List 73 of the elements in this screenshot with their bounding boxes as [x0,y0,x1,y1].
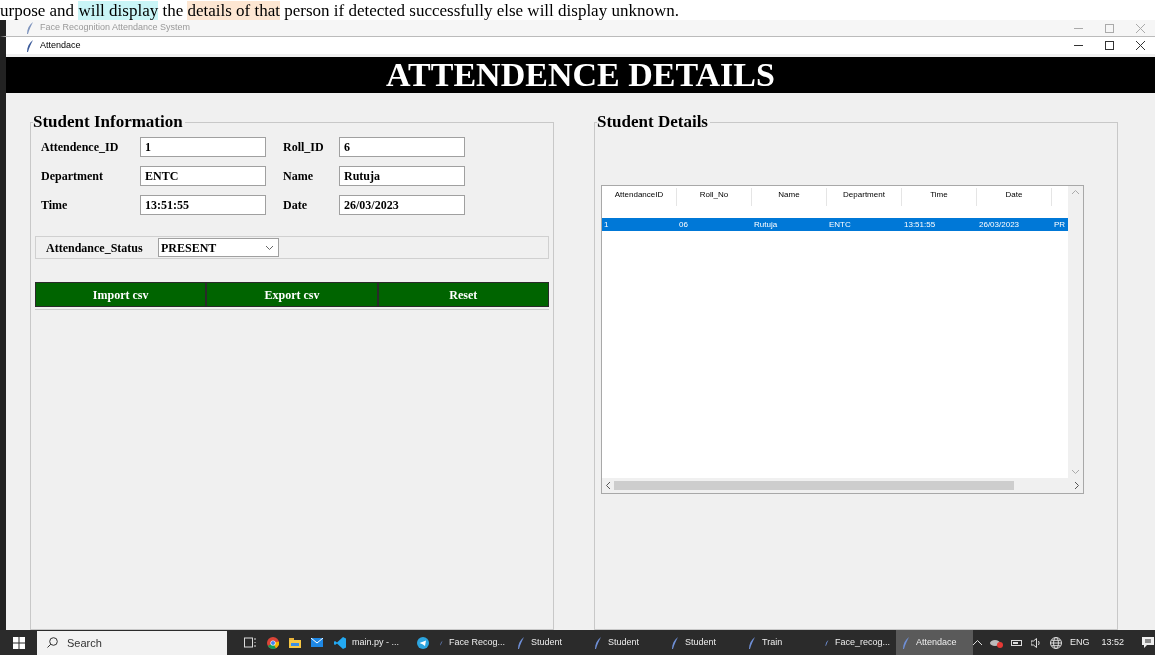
input-field[interactable]: 6 [339,137,465,157]
action-button[interactable]: Export csv [206,282,378,307]
chrome-icon[interactable] [267,636,279,649]
globe-icon[interactable] [1050,636,1062,649]
mail-icon[interactable] [311,638,323,647]
field-label: Department [41,168,104,185]
windows-start-icon[interactable] [13,636,25,649]
taskbar-button[interactable]: Face Recog... [434,630,511,655]
feather-icon [26,39,34,52]
table-cell-text: ENTC [828,218,852,231]
window-title: Face Recognition Attendance System [40,21,191,35]
input-field[interactable]: 13:51:55 [140,195,266,215]
input-field[interactable]: 26/03/2023 [339,195,465,215]
feather-icon [517,636,525,649]
feather-icon [594,636,602,649]
search-icon [47,637,58,648]
feather-icon [902,636,910,649]
field-label: Date [283,197,308,214]
horizontal-scrollbar[interactable] [602,478,1083,493]
taskbar-button[interactable]: Student [511,630,588,655]
column-header[interactable]: Date [977,188,1052,206]
column-header[interactable]: Department [827,188,902,206]
search-field[interactable]: Search [37,630,227,655]
battery-icon[interactable] [1011,638,1023,647]
taskbar-button[interactable]: Face_recog... [819,630,896,655]
action-button[interactable]: Reset [377,282,549,307]
input-field[interactable]: Rutuja [339,166,465,186]
column-header[interactable]: AttendanceID [602,188,677,206]
scroll-thumb[interactable] [614,481,1014,490]
feather-icon [748,636,756,649]
close-icon[interactable] [1136,41,1145,50]
taskbar-button[interactable]: Train [742,630,819,655]
table-cell-text: 13:51:55 [903,218,937,231]
document-text: urpose and will display the details of that person if detected successfully else will display unknown. [0,0,679,20]
taskbar-button[interactable]: Student [665,630,742,655]
field-label: Name [283,168,314,185]
table-cell-text: PR [1053,218,1066,231]
taskbar-button[interactable]: main.py - ... [328,630,412,655]
field-label: Roll_ID [283,139,325,156]
cloud-error-icon[interactable] [990,637,1003,648]
scroll-right-icon[interactable] [1075,482,1079,489]
table-cell-text: 26/03/2023 [978,218,1021,231]
feather-icon [26,22,34,34]
input-field[interactable]: ENTC [140,166,266,186]
input-field[interactable]: 1 [140,137,266,157]
vscode-icon [334,636,346,649]
field-label: Attendance_Status [46,239,144,257]
table-row[interactable]: 1 06 Rutuja ENTC 13:51:55 26/03/2023 PR [602,218,1069,231]
status-dropdown[interactable]: PRESENT [158,238,279,257]
volume-icon[interactable] [1031,637,1042,648]
action-button[interactable]: Import csv [35,282,207,307]
chevron-down-icon [266,245,273,250]
page-title: ATTENDENCE DETAILS [386,57,775,93]
column-header[interactable]: Time [902,188,977,206]
table-cell-text: Rutuja [753,218,779,231]
field-label: Time [41,197,69,214]
telegram-icon[interactable] [417,636,429,649]
taskbar-button[interactable]: Attendace [896,630,973,655]
taskbar-button[interactable]: Student [588,630,665,655]
column-header[interactable]: Roll_No [677,188,752,206]
clock[interactable]: 13:52 [1101,635,1125,650]
window-title: Attendace [40,38,81,52]
folder-icon[interactable] [289,637,301,648]
language-indicator[interactable]: ENG [1070,635,1090,650]
notification-icon[interactable] [1142,637,1155,648]
column-header[interactable]: Name [752,188,827,206]
task-view-icon[interactable] [244,637,257,648]
field-label: Attendence_ID [41,139,120,156]
scroll-left-icon[interactable] [606,482,610,489]
feather-icon [671,636,679,649]
table-cell-text: 06 [678,218,689,231]
chevron-up-icon[interactable] [973,640,982,645]
table-cell-text: 1 [603,218,610,231]
